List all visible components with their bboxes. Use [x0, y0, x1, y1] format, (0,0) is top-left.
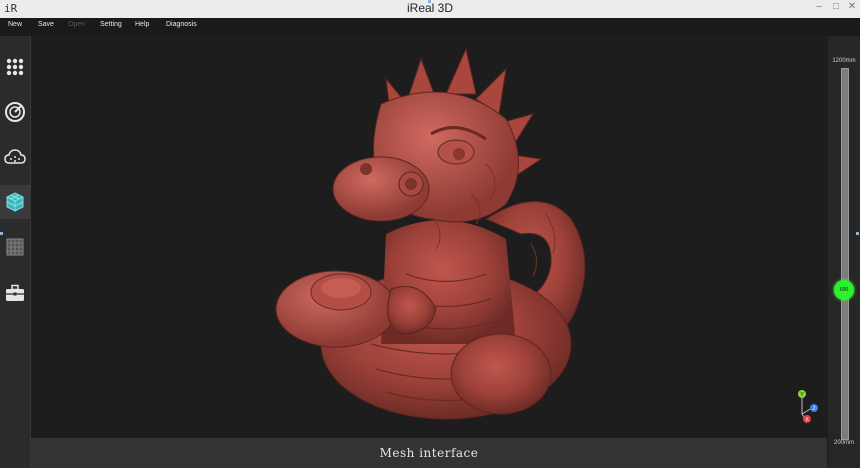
menu-save[interactable]: Save	[38, 21, 54, 28]
depth-slider-knob[interactable]: 600	[834, 280, 854, 300]
slider-min-label: 200mm	[833, 440, 854, 446]
close-button[interactable]: ✕	[845, 1, 859, 12]
tool-sidebar	[0, 36, 31, 468]
tool-grid-panel-button[interactable]	[0, 230, 30, 264]
tool-scan-button[interactable]	[0, 95, 30, 129]
axis-z-label: Z	[812, 406, 815, 412]
orientation-axes: Y Z X	[798, 390, 818, 423]
toolbox-icon	[6, 284, 24, 301]
interface-status-bar: Mesh interface	[31, 438, 827, 468]
menu-help[interactable]: Help	[135, 21, 149, 28]
grid-panel-icon	[6, 238, 24, 256]
dragon-mesh-model	[275, 47, 586, 420]
menu-new[interactable]: New	[8, 21, 22, 28]
menu-open[interactable]: Open	[68, 21, 85, 28]
window-title: iReal 3D	[406, 1, 454, 15]
grid-dots-icon	[6, 58, 24, 76]
resize-handle[interactable]	[428, 0, 431, 3]
minimize-button[interactable]: –	[812, 1, 826, 12]
tool-grid-button[interactable]	[0, 50, 30, 84]
mesh-cube-icon	[6, 192, 24, 212]
scan-target-icon	[5, 102, 25, 122]
tool-pointcloud-button[interactable]	[0, 140, 30, 174]
cloud-points-icon	[4, 149, 26, 164]
slider-max-label: 1200mm	[832, 58, 856, 64]
3d-viewport[interactable]: Y Z X	[31, 36, 827, 438]
slider-knob-value: 600	[839, 287, 849, 293]
interface-label: Mesh interface	[379, 446, 479, 460]
tool-mesh-button[interactable]	[0, 185, 30, 219]
depth-slider-track[interactable]	[841, 68, 849, 440]
resize-handle[interactable]	[0, 232, 3, 235]
maximize-button[interactable]: □	[829, 1, 843, 12]
tool-toolbox-button[interactable]	[0, 276, 30, 310]
depth-slider-panel: 1200mm 600 200mm	[828, 36, 860, 468]
menu-diagnosis[interactable]: Diagnosis	[166, 21, 197, 28]
menu-bar: New Save Open Setting Help Diagnosis	[0, 18, 860, 36]
resize-handle[interactable]	[856, 232, 859, 235]
menu-setting[interactable]: Setting	[100, 21, 122, 28]
